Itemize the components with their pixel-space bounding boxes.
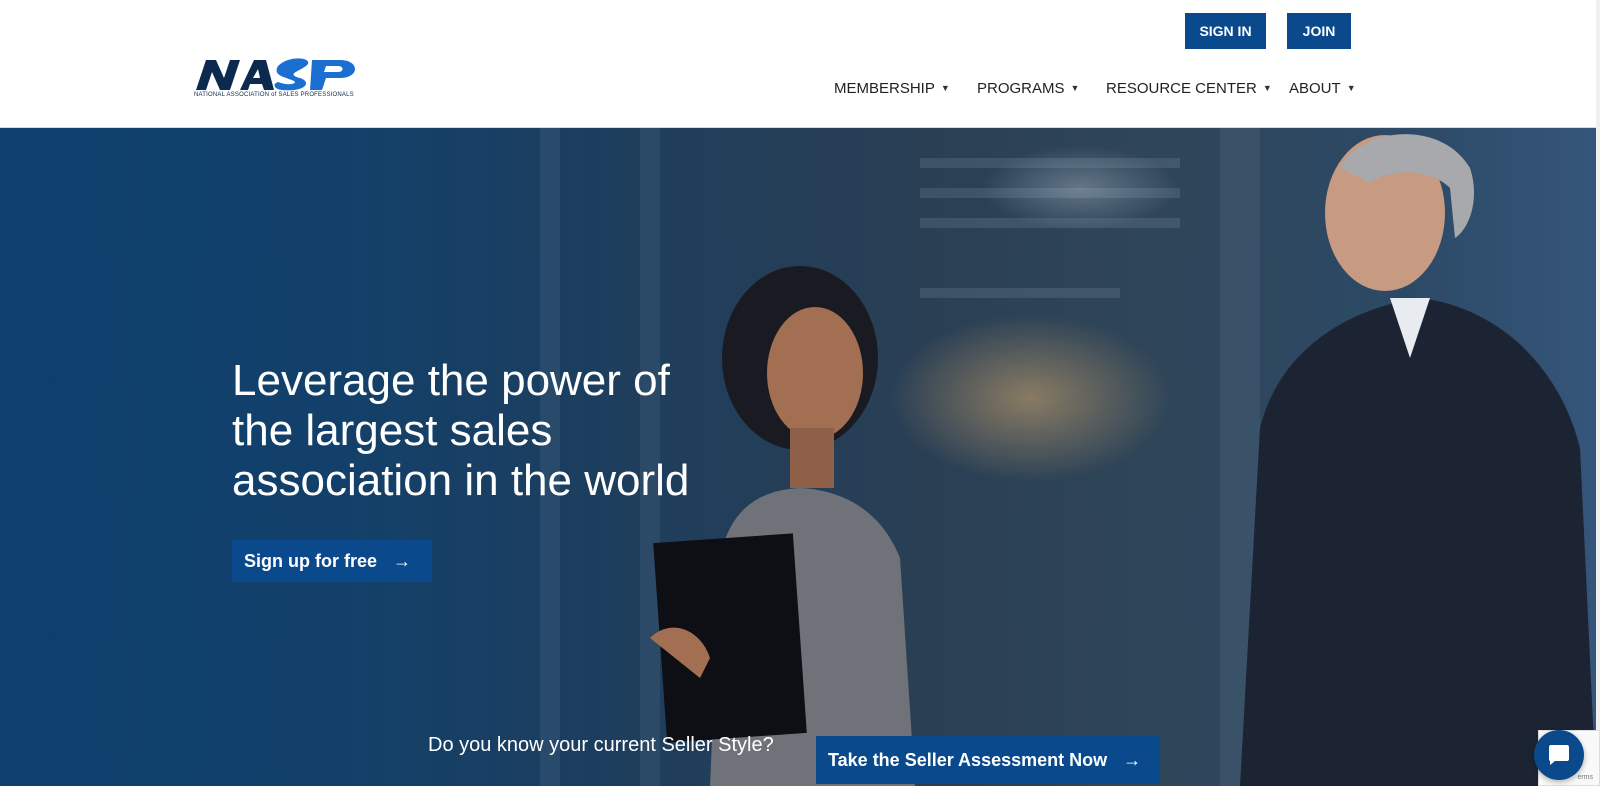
caret-down-icon: ▼	[1262, 83, 1272, 93]
nav-item-label: RESOURCE CENTER	[1106, 79, 1257, 97]
site-header: NATIONAL ASSOCIATION of SALES PROFESSION…	[0, 0, 1600, 128]
hero-photo-woman	[650, 266, 915, 786]
hero-title: Leverage the power of the largest sales …	[232, 356, 690, 505]
nav-item-programs[interactable]: PROGRAMS ▼	[977, 78, 1079, 98]
arrow-right-icon: →	[393, 550, 412, 571]
sign-up-label: Sign up for free	[244, 550, 378, 571]
nasp-logo-mark	[196, 58, 355, 91]
hero-banner: Leverage the power of the largest sales …	[0, 128, 1596, 786]
page-scrollbar[interactable]	[1596, 0, 1600, 786]
hero-photo-man	[1240, 134, 1596, 786]
nav-item-label: PROGRAMS	[977, 79, 1065, 97]
seller-assessment-label: Take the Seller Assessment Now	[828, 749, 1108, 770]
nav-item-resource-center[interactable]: RESOURCE CENTER ▼	[1106, 78, 1272, 98]
sign-up-button[interactable]: Sign up for free →	[232, 540, 432, 582]
caret-down-icon: ▼	[940, 83, 950, 93]
caret-down-icon: ▼	[1070, 83, 1080, 93]
nav-item-about[interactable]: ABOUT ▼	[1289, 78, 1356, 98]
nav-item-label: MEMBERSHIP	[834, 79, 935, 97]
background-decoration	[920, 218, 1180, 228]
arrow-right-icon: →	[1123, 749, 1142, 770]
caret-down-icon: ▼	[1346, 83, 1356, 93]
background-decoration	[920, 188, 1180, 198]
chat-launcher-button[interactable]	[1534, 730, 1584, 780]
seller-style-question: Do you know your current Seller Style?	[428, 734, 774, 756]
nav-item-membership[interactable]: MEMBERSHIP ▼	[834, 78, 950, 98]
chat-bubble-icon	[1549, 745, 1569, 765]
join-button[interactable]: JOIN	[1287, 13, 1351, 49]
nav-item-label: ABOUT	[1289, 79, 1341, 97]
logo-tagline: NATIONAL ASSOCIATION of SALES PROFESSION…	[194, 92, 354, 98]
sign-in-button[interactable]: SIGN IN	[1185, 13, 1266, 49]
seller-assessment-button[interactable]: Take the Seller Assessment Now →	[816, 736, 1160, 784]
background-decoration	[920, 158, 1180, 168]
recaptcha-terms[interactable]: erms	[1577, 774, 1593, 781]
